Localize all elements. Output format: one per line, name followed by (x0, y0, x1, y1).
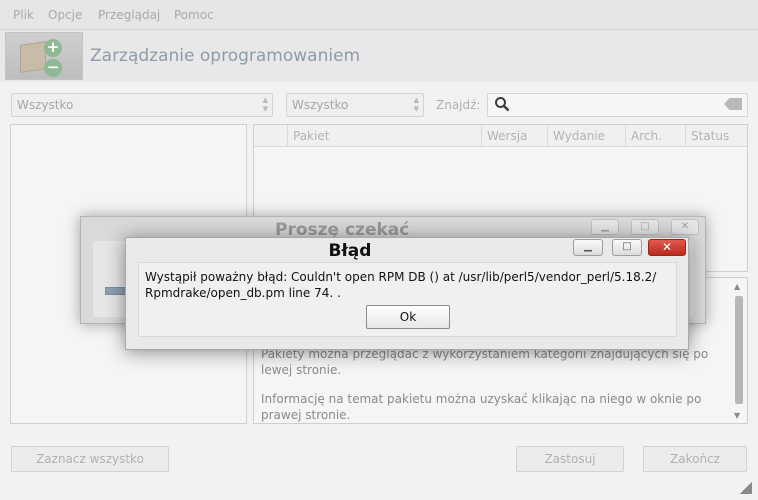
close-icon[interactable]: ✕ (671, 219, 699, 235)
info-text-categories: Pakiety można przeglądać z wykorzystanie… (261, 347, 709, 377)
error-dialog: Błąd ▁ □ ✕ Wystąpił poważny błąd: Couldn… (125, 237, 689, 350)
menubar: Plik Opcje Przeglądaj Pomoc (0, 0, 758, 30)
column-checkbox[interactable] (254, 125, 288, 147)
spin-arrows-icon: ▲ ▼ (262, 96, 268, 113)
apply-button[interactable]: Zastosuj (516, 446, 624, 472)
error-message-box: Wystąpił poważny błąd: Couldn't open RPM… (138, 262, 677, 337)
minus-icon: − (44, 59, 62, 77)
minimize-icon[interactable]: ▁ (591, 219, 619, 235)
package-box-shape (20, 41, 46, 73)
search-icon[interactable] (494, 96, 510, 116)
status-select-value: Wszystko (292, 98, 349, 112)
resize-grip-icon[interactable] (740, 482, 752, 494)
error-message: Wystąpił poważny błąd: Couldn't open RPM… (145, 270, 657, 300)
menu-plik[interactable]: Plik (13, 8, 34, 22)
spin-arrows-icon: ▲ ▼ (413, 96, 419, 113)
finish-button[interactable]: Zakończ (643, 446, 747, 472)
close-icon[interactable]: ✕ (648, 239, 686, 256)
menu-pomoc[interactable]: Pomoc (174, 8, 214, 22)
column-wersja[interactable]: Wersja (482, 125, 548, 147)
maximize-icon[interactable]: □ (631, 219, 659, 235)
minimize-icon[interactable]: ▁ (573, 239, 603, 256)
scroll-up-icon[interactable]: ▲ (734, 282, 740, 291)
error-dialog-title: Błąd (328, 241, 372, 261)
clear-icon[interactable] (724, 98, 742, 110)
page-title: Zarządzanie oprogramowaniem (90, 46, 361, 66)
search-input[interactable] (487, 93, 748, 117)
column-wydanie[interactable]: Wydanie (548, 125, 626, 147)
scroll-down-icon[interactable]: ▼ (734, 411, 740, 420)
package-add-remove-icon: + − (5, 32, 83, 80)
column-arch[interactable]: Arch. (626, 125, 686, 147)
select-all-button[interactable]: Zaznacz wszystko (11, 446, 169, 472)
category-select[interactable]: Wszystko ▲ ▼ (11, 93, 273, 117)
info-text-details: Informację na temat pakietu można uzyska… (261, 392, 702, 422)
status-select[interactable]: Wszystko ▲ ▼ (286, 93, 424, 117)
app-header: + − Zarządzanie oprogramowaniem (0, 30, 758, 82)
ok-button[interactable]: Ok (366, 305, 450, 329)
scrollbar-thumb[interactable] (735, 296, 743, 404)
info-scrollbar[interactable]: ▲ ▼ (732, 280, 746, 422)
plus-icon: + (44, 39, 62, 57)
maximize-icon[interactable]: □ (612, 239, 642, 256)
menu-przegladaj[interactable]: Przeglądaj (98, 8, 160, 22)
menu-opcje[interactable]: Opcje (48, 8, 82, 22)
column-pakiet[interactable]: Pakiet (288, 125, 482, 147)
category-select-value: Wszystko (17, 98, 74, 112)
column-status[interactable]: Status (686, 125, 747, 147)
find-label: Znajdź: (436, 98, 481, 112)
